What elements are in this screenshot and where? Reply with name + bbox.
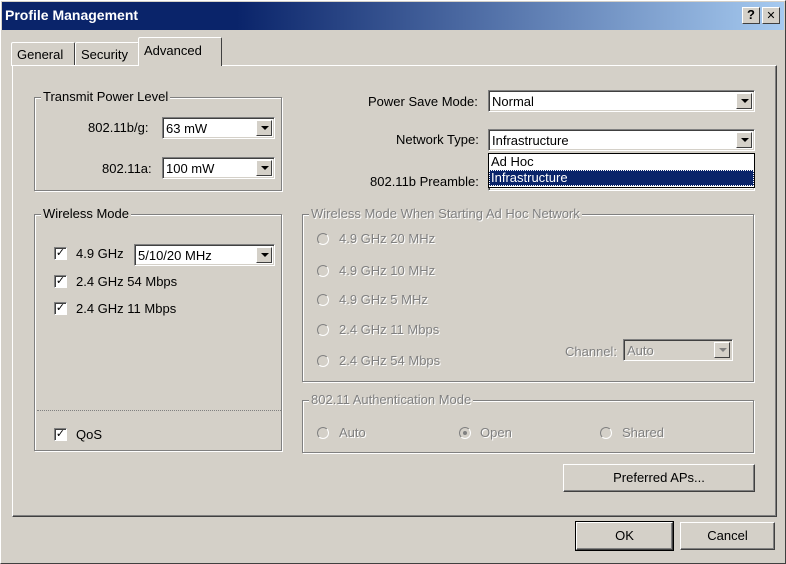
adhoc-option-radio[interactable] xyxy=(317,324,329,336)
tab-security[interactable]: Security xyxy=(75,42,139,66)
check-icon: ✓ xyxy=(55,302,66,314)
window-title: Profile Management xyxy=(5,7,139,23)
adhoc-option-label: 2.4 GHz 11 Mbps xyxy=(339,322,440,337)
chevron-down-icon[interactable] xyxy=(736,93,752,109)
auth-open-radio[interactable] xyxy=(459,427,471,439)
title-bar: Profile Management ? ✕ xyxy=(2,2,784,30)
network-type-value: Infrastructure xyxy=(492,133,569,148)
mode-4-9ghz-label: 4.9 GHz xyxy=(76,246,124,261)
channel-select[interactable]: Auto xyxy=(623,339,733,361)
tx-power-bg-label: 802.11b/g: xyxy=(88,120,149,135)
adhoc-mode-group-label: Wireless Mode When Starting Ad Hoc Netwo… xyxy=(309,206,582,221)
power-save-label: Power Save Mode: xyxy=(368,94,478,109)
tab-advanced-label: Advanced xyxy=(144,43,202,58)
qos-divider xyxy=(37,410,281,411)
bandwidth-select[interactable]: 5/10/20 MHz xyxy=(134,244,275,266)
tx-power-bg-select[interactable]: 63 mW xyxy=(162,117,275,139)
auth-auto-label: Auto xyxy=(339,425,366,440)
mode-2-4ghz-11-label: 2.4 GHz 11 Mbps xyxy=(76,301,177,316)
qos-checkbox[interactable]: ✓ xyxy=(54,428,67,441)
cancel-button[interactable]: Cancel xyxy=(680,522,775,550)
mode-4-9ghz-checkbox[interactable]: ✓ xyxy=(54,247,67,260)
auth-open-label: Open xyxy=(480,425,512,440)
mode-2-4ghz-54-label: 2.4 GHz 54 Mbps xyxy=(76,274,178,289)
power-save-select[interactable]: Normal xyxy=(488,90,755,112)
tx-power-a-select[interactable]: 100 mW xyxy=(162,157,275,179)
adhoc-option-radio[interactable] xyxy=(317,355,329,367)
adhoc-option-label: 4.9 GHz 20 MHz xyxy=(339,231,436,246)
auth-shared-label: Shared xyxy=(622,425,664,440)
tx-power-a-value: 100 mW xyxy=(166,161,215,176)
network-type-option-adhoc[interactable]: Ad Hoc xyxy=(489,154,754,170)
network-type-option-infrastructure[interactable]: Infrastructure xyxy=(489,170,754,186)
help-button[interactable]: ? xyxy=(742,7,760,24)
auth-shared-radio[interactable] xyxy=(600,427,612,439)
profile-management-dialog: Profile Management ? ✕ General Security … xyxy=(0,0,786,564)
mode-2-4ghz-54-checkbox[interactable]: ✓ xyxy=(54,275,67,288)
power-save-value: Normal xyxy=(492,94,534,109)
tab-security-label: Security xyxy=(81,47,128,62)
chevron-down-icon[interactable] xyxy=(714,342,730,358)
adhoc-option-radio[interactable] xyxy=(317,265,329,277)
auth-mode-group-label: 802.11 Authentication Mode xyxy=(309,392,474,407)
bandwidth-value: 5/10/20 MHz xyxy=(138,248,212,263)
channel-value: Auto xyxy=(627,343,654,358)
network-type-label: Network Type: xyxy=(396,132,479,147)
tx-power-bg-value: 63 mW xyxy=(166,121,208,136)
check-icon: ✓ xyxy=(55,275,66,287)
adhoc-option-radio[interactable] xyxy=(317,294,329,306)
transmit-power-group-label: Transmit Power Level xyxy=(41,89,171,104)
tab-general-label: General xyxy=(17,47,64,62)
close-icon: ✕ xyxy=(766,10,776,22)
network-type-dropdown-list: Ad Hoc Infrastructure xyxy=(488,153,755,188)
close-button[interactable]: ✕ xyxy=(762,7,780,24)
chevron-down-icon[interactable] xyxy=(256,247,272,263)
mode-2-4ghz-11-checkbox[interactable]: ✓ xyxy=(54,302,67,315)
check-icon: ✓ xyxy=(55,247,66,259)
adhoc-option-label: 2.4 GHz 54 Mbps xyxy=(339,353,441,368)
check-icon: ✓ xyxy=(55,428,66,440)
wireless-mode-group-label: Wireless Mode xyxy=(41,206,131,221)
qos-label: QoS xyxy=(76,427,103,442)
adhoc-option-radio[interactable] xyxy=(317,233,329,245)
adhoc-option-label: 4.9 GHz 10 MHz xyxy=(339,263,436,278)
tab-general[interactable]: General xyxy=(11,42,75,66)
preferred-aps-button[interactable]: Preferred APs... xyxy=(563,464,755,492)
preamble-label: 802.11b Preamble: xyxy=(370,174,479,189)
adhoc-option-label: 4.9 GHz 5 MHz xyxy=(339,292,428,307)
chevron-down-icon[interactable] xyxy=(256,160,272,176)
tab-advanced[interactable]: Advanced xyxy=(138,37,222,66)
tx-power-a-label: 802.11a: xyxy=(102,161,152,176)
chevron-down-icon[interactable] xyxy=(256,120,272,136)
auth-mode-group xyxy=(302,400,754,453)
ok-button[interactable]: OK xyxy=(575,521,674,551)
auth-auto-radio[interactable] xyxy=(317,427,329,439)
network-type-select[interactable]: Infrastructure xyxy=(488,129,755,151)
chevron-down-icon[interactable] xyxy=(736,132,752,148)
channel-label: Channel: xyxy=(565,344,618,359)
